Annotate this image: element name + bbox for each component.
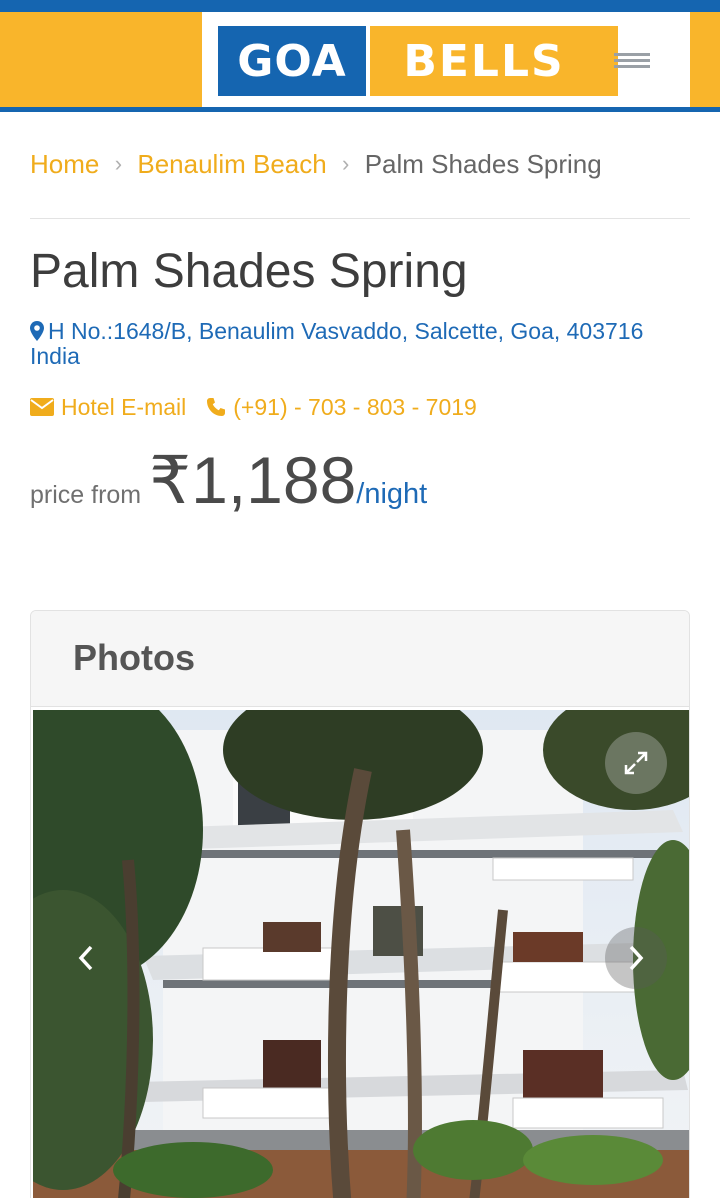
hotel-photo-image (33, 710, 689, 1198)
site-logo[interactable]: GOA BELLS (218, 26, 618, 96)
breadcrumb-current: Palm Shades Spring (364, 148, 602, 179)
envelope-icon (30, 398, 54, 416)
breadcrumb-home-link[interactable]: Home (30, 149, 99, 180)
header-top-stripe (0, 0, 720, 12)
photos-panel: Photos (30, 610, 690, 1198)
price-unit: /night (356, 478, 428, 510)
divider (30, 218, 690, 219)
chevron-right-icon[interactable] (605, 927, 667, 989)
map-marker-icon (30, 321, 44, 341)
email-label: Hotel E-mail (61, 393, 187, 420)
price-block: price from ₹1,188 /night (30, 440, 427, 520)
price-amount: ₹1,188 (149, 443, 357, 517)
phone-number: (+91) - 703 - 803 - 7019 (233, 393, 477, 420)
header-bottom-stripe (0, 107, 720, 112)
logo-text-bells: BELLS (370, 26, 618, 96)
hotel-address: H No.:1648/B, Benaulim Vasvaddo, Salcett… (30, 319, 690, 369)
logo-text-goa: GOA (218, 26, 366, 96)
hotel-email-link[interactable]: Hotel E-mail (30, 394, 186, 421)
chevron-left-icon[interactable] (55, 927, 117, 989)
photos-header: Photos (31, 611, 689, 707)
hotel-photo[interactable] (33, 710, 689, 1198)
hotel-phone-link[interactable]: (+91) - 703 - 803 - 7019 (206, 394, 477, 421)
expand-icon[interactable] (605, 732, 667, 794)
hamburger-menu-icon[interactable] (612, 48, 652, 74)
chevron-right-icon: › (114, 151, 123, 176)
breadcrumb-beach-link[interactable]: Benaulim Beach (137, 149, 326, 180)
breadcrumb: Home › Benaulim Beach › Palm Shades Spri… (30, 146, 602, 182)
address-text: H No.:1648/B, Benaulim Vasvaddo, Salcett… (30, 318, 644, 369)
phone-icon (207, 398, 226, 416)
photos-title: Photos (73, 637, 195, 678)
price-prefix: price from (30, 481, 142, 509)
contact-row: Hotel E-mail (+91) - 703 - 803 - 7019 (30, 392, 477, 422)
chevron-right-icon: › (342, 151, 350, 176)
page-title: Palm Shades Spring (30, 245, 468, 298)
